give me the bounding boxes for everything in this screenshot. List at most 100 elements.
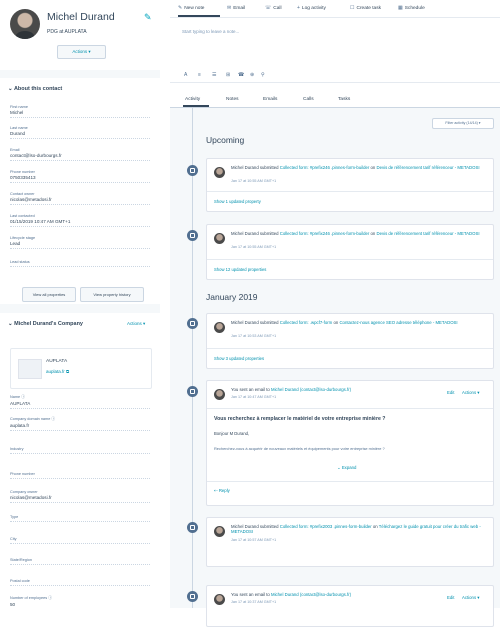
field-lifecycle-stage[interactable]: Lifecycle stage Lead [10,236,150,249]
email-timestamp: Jan 17 at 10:37 AM GMT+1 [231,600,277,604]
page-link[interactable]: Devis de référencement tarif référenceur… [376,231,479,236]
edit-pencil-icon[interactable]: ✎ [144,12,152,23]
email-recipient-link[interactable]: Michel Durand (contact@lso-durbourgs.fr) [271,387,351,392]
timeline-line [192,108,193,608]
tab-email[interactable]: ✉ Email [227,5,245,11]
avatar [214,322,225,333]
tab-tasks[interactable]: Tasks [338,97,350,102]
contact-actions-button[interactable]: Actions ▾ [57,45,106,59]
form-link[interactable]: Collected form: #prefix246 .pinnes-form-… [280,231,370,236]
avatar [214,167,225,178]
company-field-phone[interactable]: Phone number [10,472,150,479]
view-all-properties-button[interactable]: View all properties [22,287,76,302]
edit-email-button[interactable]: Edit [447,390,454,395]
activity-pane: ✎ New note ✉ Email ☏ Call + Log activity ☐ Cr… [170,0,500,627]
reply-button[interactable]: ⇠ Reply [214,488,230,494]
page-link[interactable]: Devis de référencement tarif référenceur… [376,165,479,170]
info-icon: ⓘ [48,596,53,600]
company-summary-box[interactable]: AUPLATA auplata.fr ⧉ [10,348,152,389]
chevron-down-icon: ⌄ [8,321,13,327]
field-value: auplata.fr [10,423,30,428]
company-url-text: auplata.fr [46,369,65,374]
insert-icon[interactable]: ⊕ [250,72,254,78]
company-heading[interactable]: ⌄ Michel Durand's Company [8,321,83,327]
tab-calls[interactable]: Calls [303,97,314,102]
company-field-owner[interactable]: Company owner nicolas@metadosi.fr [10,490,150,503]
tab-emails[interactable]: Emails [263,97,277,102]
tab-new-note[interactable]: ✎ New note [178,5,204,11]
company-field-industry[interactable]: Industry [10,447,150,454]
company-field-name[interactable]: Name ⓘ AUPLATA [10,395,150,409]
tab-notes[interactable]: Notes [226,97,239,102]
company-url-link[interactable]: auplata.fr ⧉ [46,369,69,374]
avatar [214,594,225,605]
field-phone-number[interactable]: Phone number 0750335413 [10,170,150,183]
email-prefix: You sent an email to [231,387,271,392]
activity-text: Michel Durand submitted Collected form: … [231,320,481,325]
phone-insert-icon[interactable]: ☎ [238,72,244,78]
tab-log-activity[interactable]: + Log activity [297,5,326,11]
field-value: nicolas@metadosi.fr [10,495,52,500]
activity-prefix: Michel Durand submitted [231,320,280,325]
company-field-type[interactable]: Type [10,515,150,522]
note-editor-input[interactable]: Start typing to leave a note... [182,29,239,34]
field-value: Lead [10,241,21,246]
company-field-domain[interactable]: Company domain name ⓘ auplata.fr [10,417,150,431]
email-actions-button[interactable]: Actions ▾ [462,390,479,396]
email-body: Recherchez-vous à acquérir de nouveaux m… [214,446,385,451]
field-first-name[interactable]: First name Michel [10,105,150,118]
field-label: Company owner [10,490,38,494]
page-link[interactable]: Contactez-nous agence SEO adresse téléph… [339,320,457,325]
link-icon[interactable]: ⚲ [261,72,265,78]
filter-activity-button[interactable]: Filter activity (14/14) ▾ [432,118,494,129]
chevron-down-icon: ⌄ [337,465,341,470]
tab-schedule[interactable]: ▦ Schedule [398,5,425,11]
field-email[interactable]: Email contact@lso-durbourgs.fr [10,148,150,161]
tab-call[interactable]: ☏ Call [265,5,282,11]
view-property-history-button[interactable]: View property history [80,287,144,302]
company-actions-button[interactable]: Actions ▾ [127,321,145,327]
company-logo [18,359,42,379]
form-link[interactable]: Collected form: #prefix246 .pinnes-form-… [280,165,370,170]
field-last-name[interactable]: Last name Durand [10,126,150,139]
tab-create-task[interactable]: ☐ Create task [350,5,381,11]
tab-activity[interactable]: Activity [185,97,200,102]
show-updated-properties-link[interactable]: Show 1 updated property [214,199,261,204]
tab-label: New note [184,6,205,11]
show-updated-properties-link[interactable]: Show 12 updated properties [214,267,266,272]
company-field-state[interactable]: State/Region [10,558,150,565]
align-icon[interactable]: ≡ [198,72,201,78]
about-heading[interactable]: ⌄ About this contact [8,86,62,92]
font-format-icon[interactable]: A [184,72,187,78]
company-field-city[interactable]: City [10,537,150,544]
field-value: AUPLATA [10,401,31,406]
activity-card: Michel Durand submitted Collected form: … [206,517,494,567]
company-field-employees[interactable]: Number of employees ⓘ 50 [10,596,150,607]
field-value: 01/15/2019 10:47 AM GMT+1 [10,219,71,224]
field-label: Last contacted [10,214,35,218]
email-header-text: You sent an email to Michel Durand (cont… [231,387,431,392]
form-link[interactable]: Collected form: .wpcf7-form [280,320,333,325]
email-activity-card: You sent an email to Michel Durand (cont… [206,380,494,506]
list-icon[interactable]: ☰ [212,72,216,78]
about-contact-card: ⌄ About this contact First name Michel L… [0,78,160,304]
field-label: Email [10,148,20,152]
field-label: Lifecycle stage [10,236,36,240]
field-last-contacted[interactable]: Last contacted 01/15/2019 10:47 AM GMT+1 [10,214,150,227]
company-field-postal-code[interactable]: Postal code [10,579,150,586]
section-january-2019: January 2019 [206,292,258,302]
field-label: Industry [10,447,24,451]
activity-card: Michel Durand submitted Collected form: … [206,224,494,280]
field-lead-status[interactable]: Lead status [10,260,150,267]
edit-email-button[interactable]: Edit [447,595,454,600]
activity-text: Michel Durand submitted Collected form: … [231,231,481,236]
email-recipient-link[interactable]: Michel Durand (contact@lso-durbourgs.fr) [271,592,351,597]
show-updated-properties-link[interactable]: Show 3 updated properties [214,356,264,361]
email-actions-button[interactable]: Actions ▾ [462,595,479,601]
form-link[interactable]: Collected form: #prefix2003 .pinnes-form… [280,524,372,529]
field-label-text: Number of employees [10,596,48,600]
field-contact-owner[interactable]: Contact owner nicolas@metadosi.fr [10,192,150,205]
expand-button[interactable]: ⌄ Expand [337,465,356,471]
table-icon[interactable]: ⊞ [226,72,230,78]
activity-timestamp: Jan 17 at 10:53 AM GMT+1 [231,334,277,338]
